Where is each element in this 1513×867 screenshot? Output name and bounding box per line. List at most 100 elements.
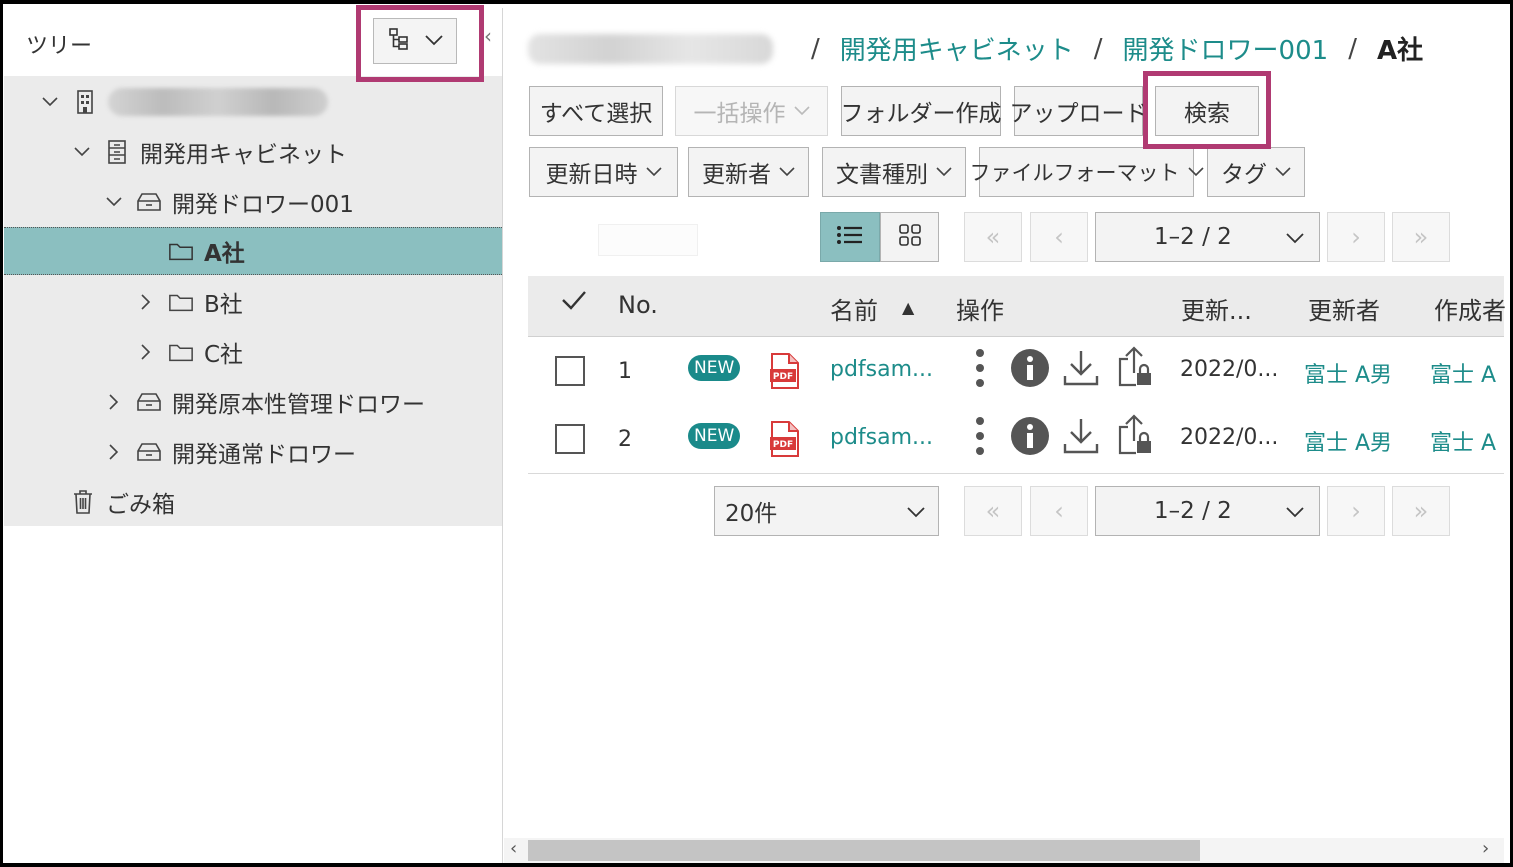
page-range-label: 1–2 / 2 xyxy=(1154,498,1232,524)
chevron-down-icon[interactable] xyxy=(104,196,124,208)
create-folder-label: フォルダー作成 xyxy=(840,101,1002,127)
collapse-panel-icon[interactable]: ‹ xyxy=(484,24,492,48)
next-page-button[interactable]: › xyxy=(1327,486,1385,536)
chevron-down-icon xyxy=(906,498,926,524)
breadcrumb-root[interactable] xyxy=(528,33,773,64)
grid-view-button[interactable] xyxy=(880,212,939,262)
tree-item-trash[interactable]: ごみ箱 xyxy=(4,478,536,526)
chevron-right-icon: › xyxy=(1351,223,1361,251)
filter-updater[interactable]: 更新者 xyxy=(688,147,809,197)
scrollbar-thumb[interactable] xyxy=(528,840,1200,861)
row-updated: 2022/0... xyxy=(1180,425,1279,450)
chevron-right-icon[interactable] xyxy=(136,293,156,311)
chevron-right-icon[interactable] xyxy=(104,393,124,411)
prev-page-button[interactable]: ‹ xyxy=(1030,212,1088,262)
chevron-right-icon[interactable] xyxy=(136,343,156,361)
double-chevron-right-icon: » xyxy=(1413,497,1429,525)
filter-file-format[interactable]: ファイルフォーマット xyxy=(970,147,1204,197)
column-creator[interactable]: 作成者 xyxy=(1434,291,1506,326)
chevron-left-icon: ‹ xyxy=(1054,497,1064,525)
download-icon[interactable] xyxy=(1062,416,1100,462)
cabinet-icon xyxy=(104,139,130,165)
chevron-down-icon xyxy=(1285,224,1305,250)
breadcrumb: / 開発用キャビネット / 開発ドロワー001 / A社 xyxy=(528,30,1423,67)
tree-item-label: C社 xyxy=(204,342,244,368)
breadcrumb-drawer[interactable]: 開発ドロワー001 xyxy=(1123,30,1329,67)
page-range-label: 1–2 / 2 xyxy=(1154,224,1232,250)
scroll-left-icon[interactable]: ‹ xyxy=(510,838,517,859)
column-updater[interactable]: 更新者 xyxy=(1308,291,1380,326)
first-page-button[interactable]: « xyxy=(964,486,1022,536)
double-chevron-left-icon: « xyxy=(985,223,1001,251)
row-creator[interactable]: 富士 A xyxy=(1430,357,1496,389)
last-page-button[interactable]: » xyxy=(1392,212,1450,262)
more-vertical-icon[interactable] xyxy=(974,415,986,467)
tree-item-label: ごみ箱 xyxy=(106,492,175,518)
chevron-right-icon[interactable] xyxy=(104,443,124,461)
svg-text:PDF: PDF xyxy=(773,372,793,382)
grid-view-icon xyxy=(898,223,922,251)
scroll-right-icon[interactable]: › xyxy=(1482,838,1489,859)
share-lock-icon[interactable] xyxy=(1114,413,1154,463)
prev-page-button[interactable]: ‹ xyxy=(1030,486,1088,536)
tree-item-label: A社 xyxy=(204,241,245,267)
column-name[interactable]: 名前 xyxy=(830,291,878,326)
tree-item-folder-a[interactable]: A社 xyxy=(4,227,502,275)
filter-label: 更新日時 xyxy=(545,162,638,188)
per-page-label: 20件 xyxy=(725,501,778,527)
double-chevron-left-icon: « xyxy=(985,497,1001,525)
row-updater[interactable]: 富士 A男 xyxy=(1304,357,1392,389)
breadcrumb-cabinet[interactable]: 開発用キャビネット xyxy=(840,30,1074,67)
row-no: 1 xyxy=(618,359,632,384)
tree-item-cabinet[interactable]: 開発用キャビネット xyxy=(4,128,570,176)
more-vertical-icon[interactable] xyxy=(974,347,986,399)
file-name-link[interactable]: pdfsam... xyxy=(830,357,933,382)
table-header: No. 名前 ▲ 操作 更新... 更新者 作成者 xyxy=(528,276,1506,337)
tree: 開発用キャビネット 開発ドロワー001 A社 B社 C社 開発原本性管理ドロワー… xyxy=(4,76,502,526)
drawer-icon xyxy=(136,441,162,463)
row-creator[interactable]: 富士 A xyxy=(1430,425,1496,457)
share-lock-icon[interactable] xyxy=(1114,345,1154,395)
tree-item-label: 開発原本性管理ドロワー xyxy=(172,392,425,418)
page-range-select[interactable]: 1–2 / 2 xyxy=(1095,212,1320,262)
next-page-button[interactable]: › xyxy=(1327,212,1385,262)
breadcrumb-separator: / xyxy=(1348,33,1357,64)
filter-tag[interactable]: タグ xyxy=(1207,147,1305,197)
upload-label: アップロード xyxy=(1009,101,1148,127)
horizontal-scrollbar[interactable]: ‹ › xyxy=(504,838,1504,863)
file-name-link[interactable]: pdfsam... xyxy=(830,425,933,450)
column-updated[interactable]: 更新... xyxy=(1181,291,1252,326)
list-view-icon xyxy=(836,224,864,250)
table-row[interactable]: 1 NEW PDF pdfsam... 2022/0... 富士 A男 富士 A xyxy=(528,337,1504,406)
column-no[interactable]: No. xyxy=(618,291,658,319)
download-icon[interactable] xyxy=(1062,348,1100,394)
tree-item-root[interactable] xyxy=(4,78,538,126)
filter-updated-at[interactable]: 更新日時 xyxy=(529,147,678,197)
chevron-down-icon xyxy=(645,167,662,177)
tree-panel: ツリー ‹ 開発用キャビネット 開発ドロワー001 A社 B社 C社 開発原本性… xyxy=(4,8,503,863)
row-updater[interactable]: 富士 A男 xyxy=(1304,425,1392,457)
select-all-button[interactable]: すべて選択 xyxy=(529,86,663,136)
row-checkbox[interactable] xyxy=(555,424,585,454)
first-page-button[interactable]: « xyxy=(964,212,1022,262)
row-checkbox[interactable] xyxy=(555,356,585,386)
last-page-button[interactable]: » xyxy=(1392,486,1450,536)
chevron-left-icon: ‹ xyxy=(1054,223,1064,251)
create-folder-button[interactable]: フォルダー作成 xyxy=(840,86,1002,136)
filter-label: タグ xyxy=(1221,162,1267,188)
list-view-button[interactable] xyxy=(820,212,880,262)
row-no: 2 xyxy=(618,427,632,452)
upload-button[interactable]: アップロード xyxy=(1010,86,1148,136)
page-range-select[interactable]: 1–2 / 2 xyxy=(1095,486,1320,536)
bulk-operations-button[interactable]: 一括操作 xyxy=(675,86,828,136)
info-icon[interactable] xyxy=(1010,348,1050,394)
table-row[interactable]: 2 NEW PDF pdfsam... 2022/0... 富士 A男 富士 A xyxy=(528,405,1504,474)
per-page-select[interactable]: 20件 xyxy=(714,486,939,536)
chevron-down-icon xyxy=(1275,167,1291,177)
chevron-down-icon[interactable] xyxy=(72,146,92,158)
filter-doc-type[interactable]: 文書種別 xyxy=(822,147,966,197)
select-all-check-icon[interactable] xyxy=(560,288,588,318)
info-icon[interactable] xyxy=(1010,416,1050,462)
svg-text:PDF: PDF xyxy=(773,440,793,450)
chevron-down-icon[interactable] xyxy=(40,96,60,108)
